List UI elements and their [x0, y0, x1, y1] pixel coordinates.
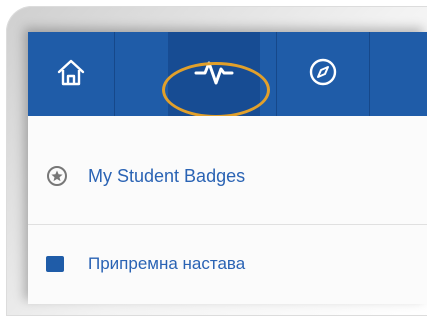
menu-item-label: My Student Badges	[88, 165, 246, 186]
menu-item-course[interactable]: Припремна настава	[28, 244, 427, 284]
top-navbar	[28, 32, 427, 118]
dropdown-menu: My Student Badges Припремна настава	[28, 116, 427, 304]
course-square-icon	[46, 256, 64, 272]
nav-compass-button[interactable]	[276, 32, 370, 116]
menu-item-label: Припремна настава	[88, 254, 246, 273]
divider	[28, 224, 427, 225]
home-icon	[56, 58, 86, 91]
star-badge-icon	[46, 165, 68, 187]
activity-icon	[194, 57, 234, 92]
nav-activity-button[interactable]	[168, 32, 260, 116]
app-panel: My Student Badges Припремна настава	[28, 32, 427, 304]
compass-icon	[308, 57, 338, 92]
nav-home-button[interactable]	[28, 32, 115, 116]
menu-item-student-badges[interactable]: My Student Badges	[28, 156, 427, 196]
